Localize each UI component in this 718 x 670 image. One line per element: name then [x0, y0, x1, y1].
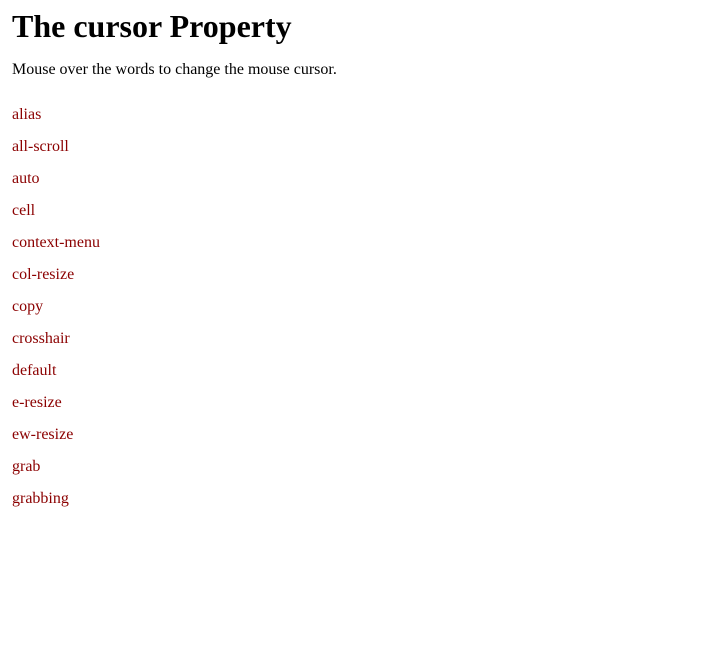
cursor-list-item[interactable]: all-scroll [12, 131, 706, 163]
cursor-list-item[interactable]: grab [12, 451, 706, 483]
cursor-list-item[interactable]: default [12, 355, 706, 387]
cursor-list-item[interactable]: crosshair [12, 323, 706, 355]
cursor-list-item[interactable]: e-resize [12, 387, 706, 419]
cursor-list-item[interactable]: ew-resize [12, 419, 706, 451]
cursor-list-item[interactable]: copy [12, 291, 706, 323]
cursor-list-item[interactable]: col-resize [12, 259, 706, 291]
cursor-list-item[interactable]: alias [12, 99, 706, 131]
cursor-list: aliasall-scrollautocellcontext-menucol-r… [12, 99, 706, 515]
cursor-list-item[interactable]: grabbing [12, 483, 706, 515]
page-title: The cursor Property [12, 8, 706, 45]
page-subtitle: Mouse over the words to change the mouse… [12, 61, 706, 79]
cursor-list-item[interactable]: auto [12, 163, 706, 195]
cursor-list-item[interactable]: context-menu [12, 227, 706, 259]
cursor-list-item[interactable]: cell [12, 195, 706, 227]
